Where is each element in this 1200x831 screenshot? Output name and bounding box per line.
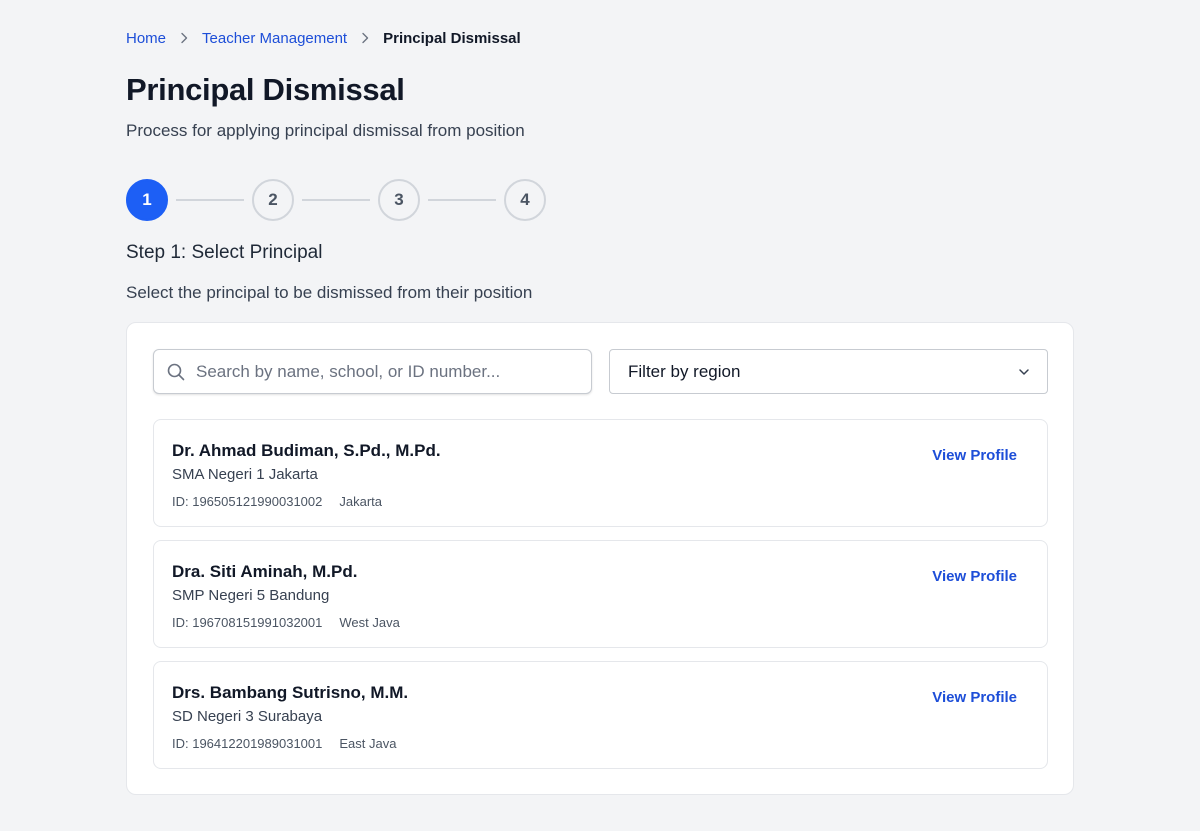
step-1-indicator: 1 — [126, 179, 168, 221]
chevron-right-icon — [347, 32, 383, 44]
principal-school: SMA Negeri 1 Jakarta — [172, 466, 318, 483]
principal-name: Dr. Ahmad Budiman, S.Pd., M.Pd. — [172, 441, 441, 460]
search-input[interactable] — [196, 361, 586, 382]
principal-list-item[interactable]: Dr. Ahmad Budiman, S.Pd., M.Pd. SMA Nege… — [153, 419, 1048, 527]
search-icon — [167, 363, 185, 380]
view-profile-link[interactable]: View Profile — [932, 568, 1017, 585]
principal-list: Dr. Ahmad Budiman, S.Pd., M.Pd. SMA Nege… — [153, 419, 1048, 782]
principal-meta: ID: 196505121990031002 Jakarta — [172, 494, 382, 509]
principal-id: ID: 196708151991032001 — [172, 615, 323, 630]
step-heading: Step 1: Select Principal — [126, 242, 323, 263]
chevron-right-icon — [166, 32, 202, 44]
step-connector — [302, 199, 370, 201]
view-profile-link[interactable]: View Profile — [932, 689, 1017, 706]
principal-region: Jakarta — [339, 494, 383, 509]
breadcrumb-teacher-management-link[interactable]: Teacher Management — [202, 30, 347, 47]
view-profile-link[interactable]: View Profile — [932, 447, 1017, 464]
principal-school: SMP Negeri 5 Bandung — [172, 587, 330, 604]
principal-region: East Java — [339, 736, 397, 751]
step-description: Select the principal to be dismissed fro… — [126, 283, 533, 302]
principal-name: Drs. Bambang Sutrisno, M.M. — [172, 683, 409, 702]
principal-selection-card: Filter by region Dr. Ahmad Budiman, S.Pd… — [126, 322, 1074, 795]
principal-meta: ID: 196708151991032001 West Java — [172, 615, 400, 630]
step-connector — [428, 199, 496, 201]
principal-id: ID: 196412201989031001 — [172, 736, 323, 751]
page-subtitle: Process for applying principal dismissal… — [126, 121, 525, 140]
region-filter-select[interactable]: Filter by region — [609, 349, 1048, 394]
page-title: Principal Dismissal — [126, 72, 405, 107]
breadcrumb-current: Principal Dismissal — [383, 29, 521, 47]
step-4-indicator: 4 — [504, 179, 546, 221]
search-box — [153, 349, 592, 394]
stepper: 1 2 3 4 — [126, 179, 546, 221]
principal-list-item[interactable]: Dra. Siti Aminah, M.Pd. SMP Negeri 5 Ban… — [153, 540, 1048, 648]
breadcrumb-home-link[interactable]: Home — [126, 30, 166, 47]
breadcrumb: Home Teacher Management Principal Dismis… — [126, 28, 521, 48]
principal-id: ID: 196505121990031002 — [172, 494, 323, 509]
region-filter-value: Filter by region — [628, 361, 741, 381]
principal-region: West Java — [339, 615, 400, 630]
principal-school: SD Negeri 3 Surabaya — [172, 708, 323, 725]
step-connector — [176, 199, 244, 201]
principal-meta: ID: 196412201989031001 East Java — [172, 736, 396, 751]
step-2-indicator: 2 — [252, 179, 294, 221]
step-3-indicator: 3 — [378, 179, 420, 221]
principal-list-item[interactable]: Drs. Bambang Sutrisno, M.M. SD Negeri 3 … — [153, 661, 1048, 769]
page: Home Teacher Management Principal Dismis… — [0, 0, 1200, 831]
chevron-down-icon — [1019, 368, 1029, 375]
principal-name: Dra. Siti Aminah, M.Pd. — [172, 562, 358, 581]
